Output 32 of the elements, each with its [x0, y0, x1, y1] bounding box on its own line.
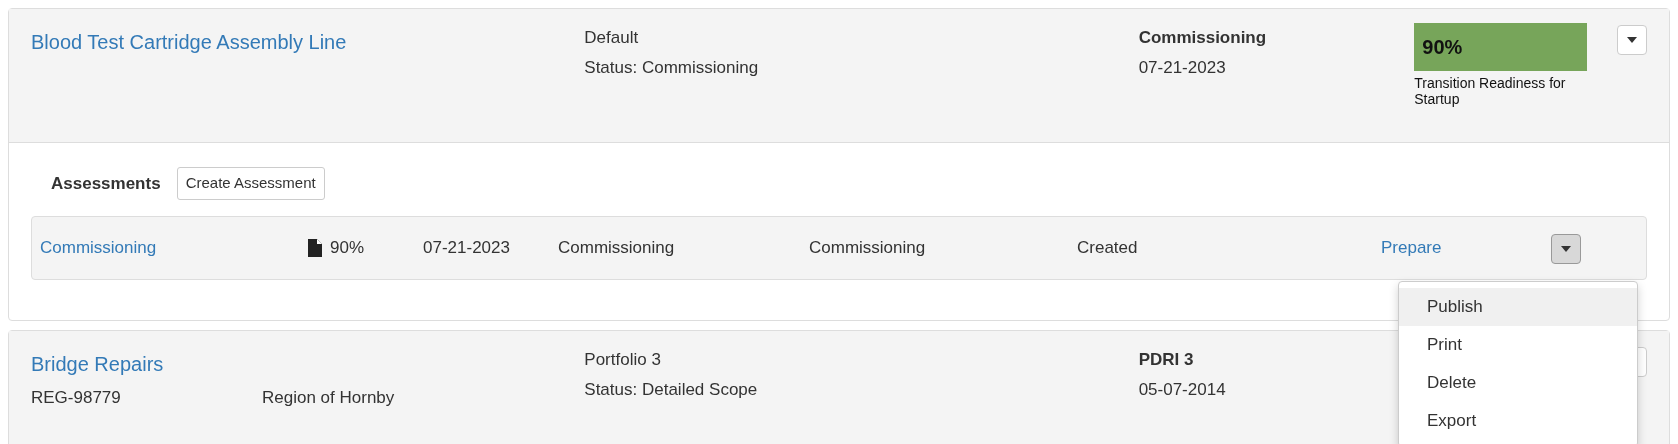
- portfolio-label: Portfolio 3: [584, 348, 662, 371]
- caret-icon: [1561, 245, 1571, 252]
- menu-item[interactable]: Publish: [1399, 287, 1637, 326]
- prepare-link[interactable]: Prepare: [1381, 234, 1551, 261]
- phase-label: Commissioning: [1138, 27, 1268, 49]
- menu-item[interactable]: Delete: [1399, 363, 1637, 402]
- assessment-date: 07-21-2023: [423, 236, 511, 259]
- project-region: Region of Hornby: [262, 386, 395, 409]
- score-text: 90%: [330, 236, 365, 259]
- readiness-label: Transition Readiness for Startup: [1414, 75, 1567, 107]
- status-label: Status: Detailed Scope: [584, 378, 759, 401]
- assessment-phase: Commissioning: [558, 236, 676, 259]
- menu-item[interactable]: Export: [1399, 401, 1637, 440]
- portfolio-label: Default: [584, 27, 640, 49]
- date-label: 05-07-2014: [1138, 378, 1227, 401]
- status-label: Status: Commissioning: [584, 57, 760, 79]
- assessment-state: Created: [1077, 236, 1139, 259]
- menu-item[interactable]: Print: [1399, 325, 1637, 364]
- assessment-type: Commissioning: [809, 236, 927, 259]
- project-title-link[interactable]: Blood Test Cartridge Assembly Line: [31, 27, 347, 57]
- readiness-bar: 90%: [1414, 23, 1588, 71]
- assessment-link[interactable]: Commissioning: [40, 234, 308, 261]
- date-label: 07-21-2023: [1138, 57, 1227, 79]
- dropdown-button[interactable]: [1551, 233, 1581, 264]
- project-code: REG-98779: [31, 386, 122, 409]
- section-heading: Assessments: [51, 172, 161, 195]
- create-assessment-button[interactable]: Create Assessment: [176, 167, 325, 200]
- caret-icon: [1627, 37, 1637, 43]
- document-icon: [308, 238, 322, 257]
- phase-label: PDRI 3: [1138, 348, 1195, 371]
- dropdown-button[interactable]: [1617, 25, 1647, 55]
- project-title-link[interactable]: Bridge Repairs: [31, 348, 164, 379]
